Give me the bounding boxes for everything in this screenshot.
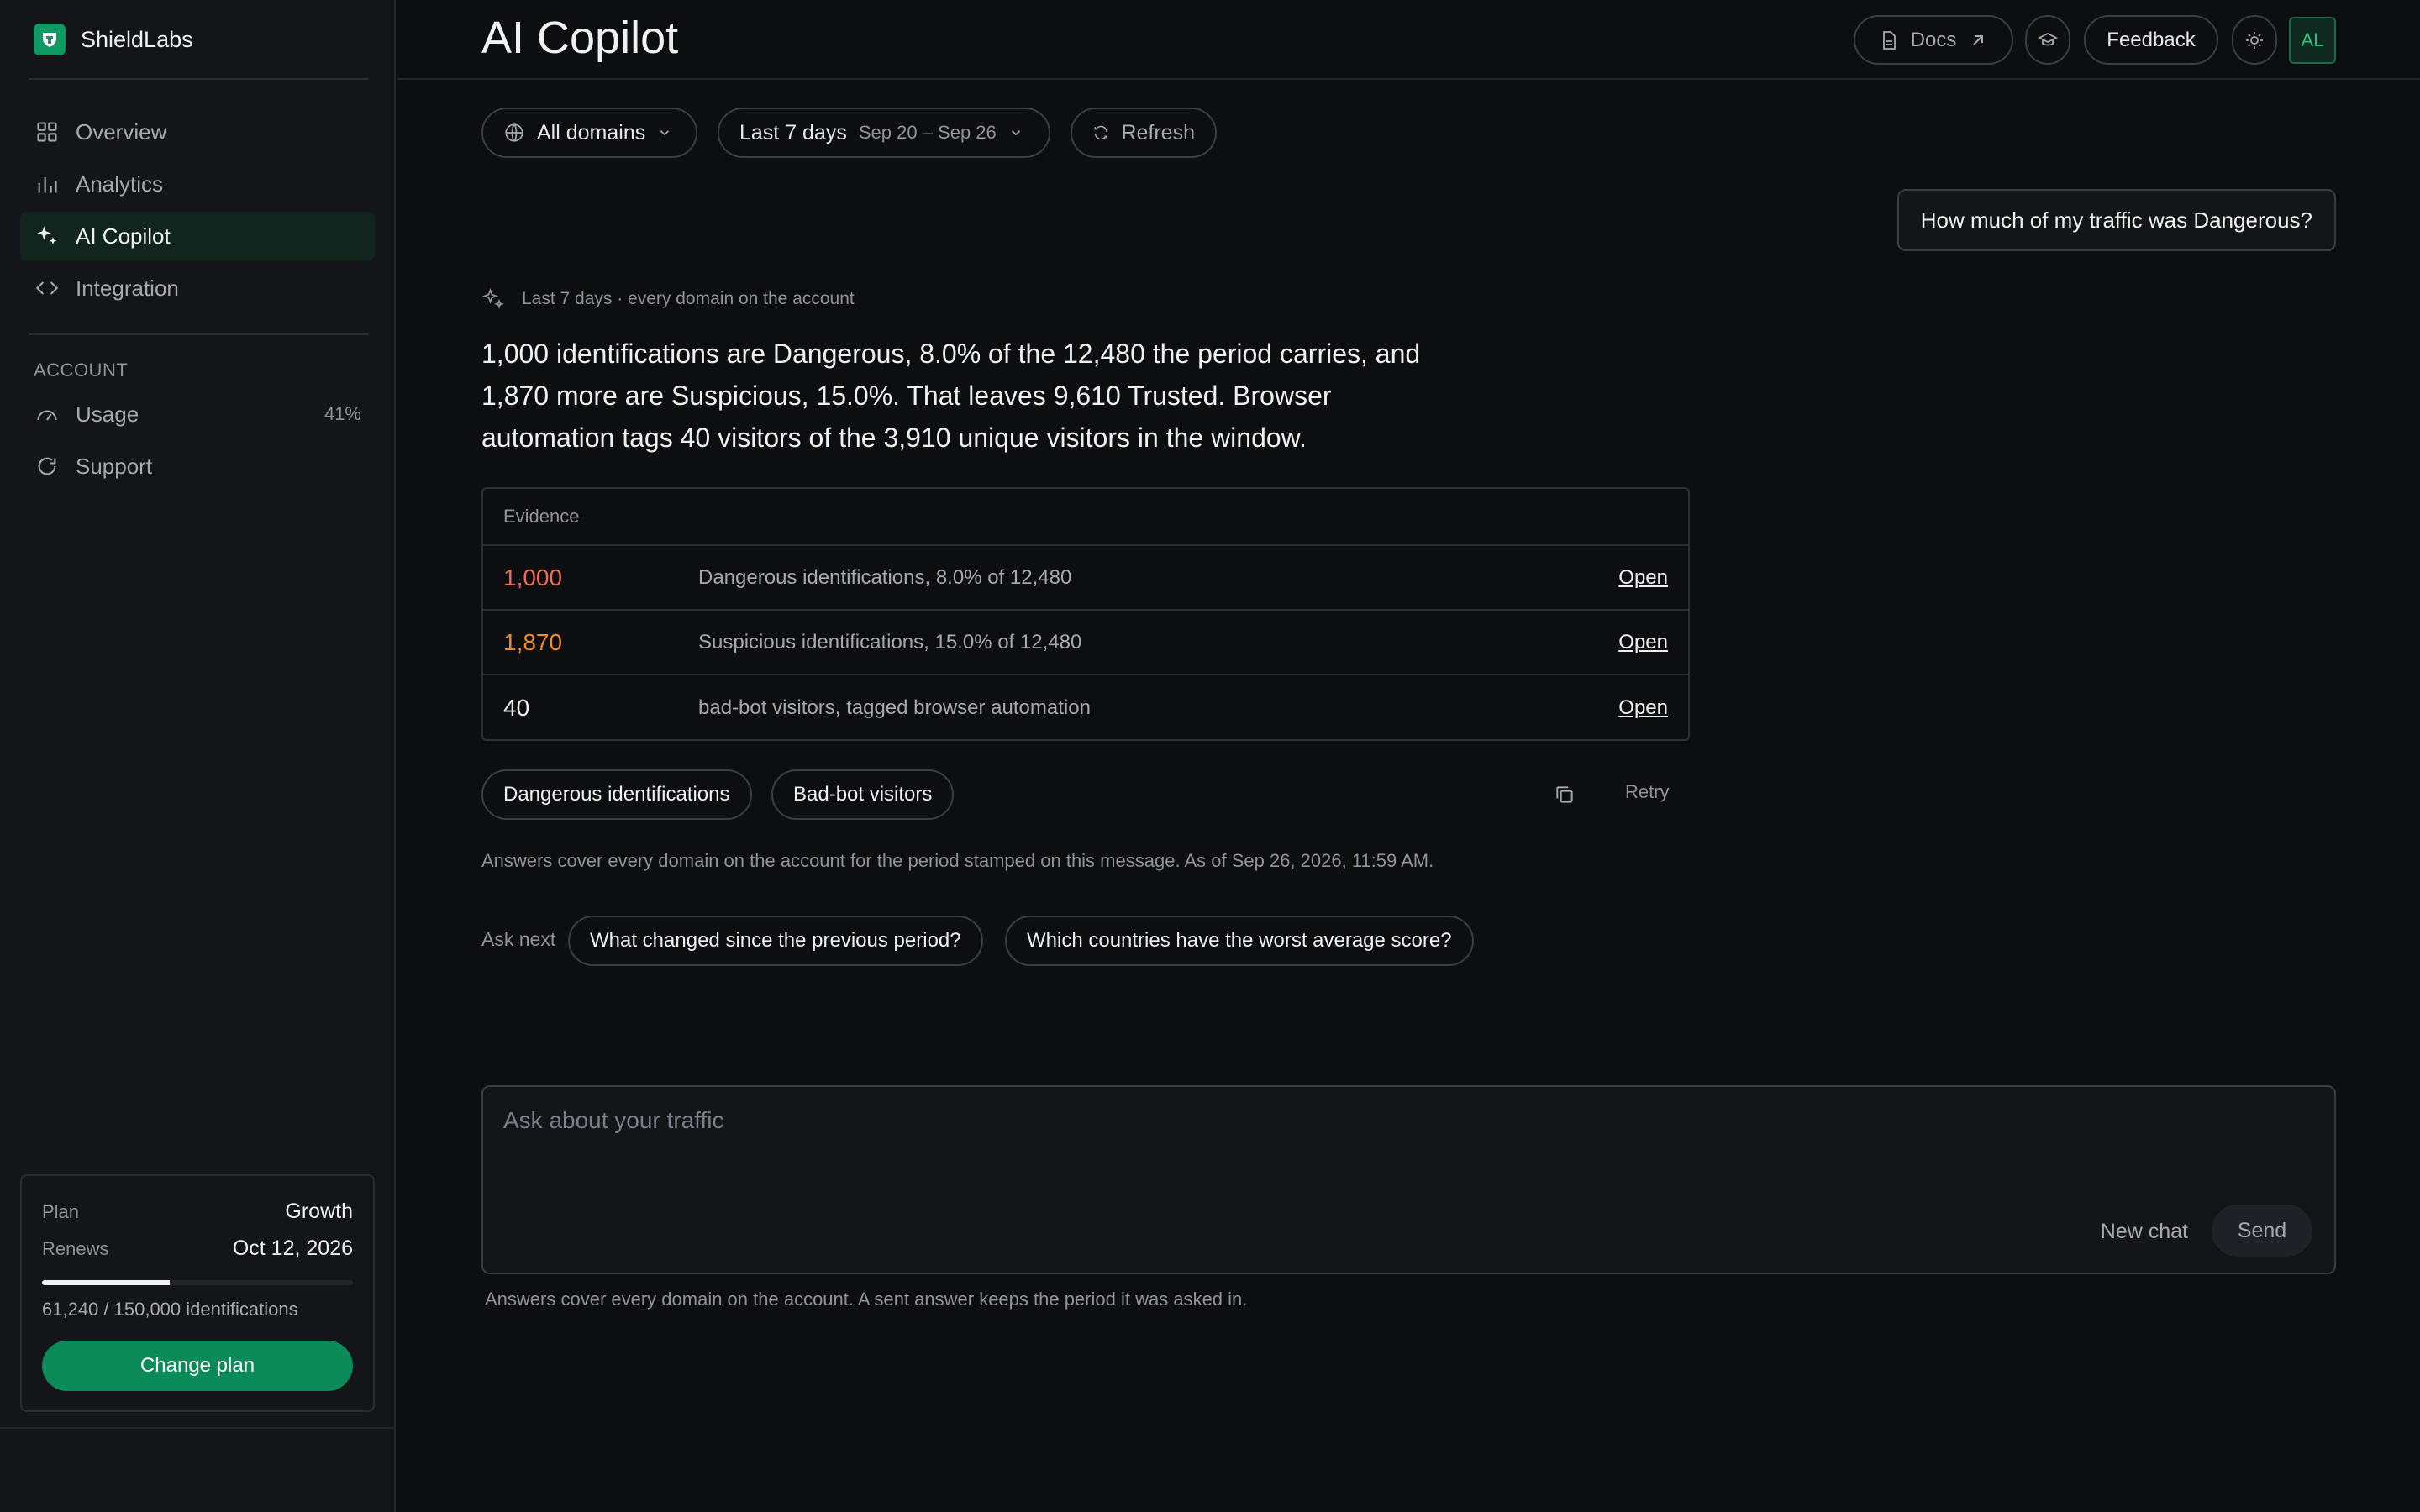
globe-icon	[505, 123, 523, 142]
plan-card: Plan Growth Renews Oct 12, 2026 61,240 /…	[20, 1174, 375, 1412]
chat-input[interactable]	[503, 1107, 2100, 1134]
chevron-down-icon	[660, 130, 670, 136]
page-title: AI Copilot	[481, 13, 679, 63]
refresh-button[interactable]: Refresh	[1071, 108, 1217, 158]
evidence-open-link[interactable]: Open	[1618, 631, 1668, 654]
refresh-label: Refresh	[1121, 120, 1195, 144]
sun-icon	[2246, 31, 2263, 49]
brand[interactable]: ShieldLabs	[34, 24, 193, 55]
brand-name: ShieldLabs	[81, 26, 193, 52]
evidence-value: 1,000	[503, 564, 563, 591]
retry-button[interactable]: Retry	[1625, 781, 1670, 803]
bar-chart-icon	[38, 176, 57, 193]
graduation-cap-icon	[2038, 32, 2058, 45]
evidence-open-link[interactable]: Open	[1618, 566, 1668, 590]
send-button[interactable]: Send	[2212, 1205, 2312, 1257]
ask-next-label: Ask next	[481, 928, 556, 950]
composer-note: Answers cover every domain on the accoun…	[485, 1289, 1248, 1310]
sidebar-item-label: Usage	[76, 401, 139, 427]
answer-footnote: Answers cover every domain on the accoun…	[481, 850, 1434, 871]
sparkle-icon	[481, 287, 505, 309]
docs-label: Docs	[1910, 28, 1957, 51]
table-row: 1,870 Suspicious identifications, 15.0% …	[483, 611, 1688, 675]
plan-key: Plan	[42, 1201, 80, 1222]
sidebar-divider	[29, 78, 369, 80]
copy-icon	[1556, 786, 1573, 803]
grid-icon	[37, 122, 57, 142]
user-message-bubble: How much of my traffic was Dangerous?	[1897, 189, 2336, 251]
chat-composer: New chat Send	[481, 1085, 2336, 1274]
evidence-description: bad-bot visitors, tagged browser automat…	[698, 696, 1091, 719]
evidence-value: 1,870	[503, 628, 563, 655]
evidence-table: Evidence 1,000 Dangerous identifications…	[481, 487, 1690, 741]
usage-text: 61,240 / 150,000 identifications	[42, 1299, 298, 1320]
renews-key: Renews	[42, 1238, 109, 1259]
sidebar-item-label: Support	[76, 453, 153, 479]
theme-toggle-button[interactable]	[2232, 15, 2277, 65]
sidebar-item-label: Overview	[76, 118, 167, 144]
period-filter-dropdown[interactable]: Last 7 days Sep 20 – Sep 26	[718, 108, 1050, 158]
new-chat-button[interactable]: New chat	[2101, 1220, 2188, 1244]
sidebar-item-label: Integration	[76, 275, 179, 301]
code-icon	[35, 281, 59, 295]
feedback-button[interactable]: Feedback	[2084, 15, 2218, 65]
answer-meta-text: Last 7 days · every domain on the accoun…	[522, 289, 855, 308]
copy-button[interactable]	[1549, 780, 1580, 810]
table-row: 1,000 Dangerous identifications, 8.0% of…	[483, 546, 1688, 611]
shield-logo-icon	[34, 24, 66, 55]
sidebar-item-integration[interactable]: Integration	[20, 264, 375, 312]
evidence-value: 40	[503, 694, 530, 721]
renews-value: Oct 12, 2026	[232, 1236, 353, 1260]
sidebar-item-overview[interactable]: Overview	[20, 108, 375, 156]
usage-progress-bar	[42, 1280, 353, 1285]
domain-filter-dropdown[interactable]: All domains	[481, 108, 697, 158]
avatar[interactable]: AL	[2289, 17, 2336, 64]
evidence-open-link[interactable]: Open	[1618, 696, 1668, 720]
chevron-down-icon	[1011, 130, 1020, 136]
plan-row: Plan Growth	[42, 1200, 353, 1224]
plan-value: Growth	[285, 1200, 353, 1223]
section-label-account: ACCOUNT	[34, 360, 129, 381]
renews-row: Renews Oct 12, 2026	[42, 1236, 353, 1261]
sidebar-footer-divider	[0, 1427, 396, 1429]
period-filter-label: Last 7 days	[739, 120, 847, 144]
table-row: 40 bad-bot visitors, tagged browser auto…	[483, 675, 1688, 740]
sidebar-item-ai-copilot[interactable]: AI Copilot	[20, 212, 375, 260]
sparkle-icon	[37, 226, 57, 245]
external-link-icon	[1973, 34, 1984, 45]
sidebar-item-label: Analytics	[76, 171, 164, 197]
sidebar-divider	[29, 333, 369, 335]
usage-percent: 41%	[324, 403, 361, 424]
change-plan-button[interactable]: Change plan	[42, 1341, 353, 1391]
answer-meta: Last 7 days · every domain on the accoun…	[481, 287, 855, 311]
sidebar-item-usage[interactable]: Usage 41%	[20, 390, 375, 438]
answer-text: 1,000 identifications are Dangerous, 8.0…	[481, 339, 1421, 453]
document-icon	[1882, 30, 1896, 50]
sidebar-item-analytics[interactable]: Analytics	[20, 160, 375, 208]
evidence-description: Suspicious identifications, 15.0% of 12,…	[698, 630, 1082, 654]
top-header: AI Copilot Docs Feedback AL	[397, 0, 2420, 80]
gauge-icon	[37, 410, 57, 421]
suggestion-chip[interactable]: What changed since the previous period?	[568, 916, 983, 966]
academy-button[interactable]	[2025, 15, 2070, 65]
docs-button[interactable]: Docs	[1854, 15, 2013, 65]
usage-progress-fill	[42, 1280, 170, 1285]
refresh-icon	[1094, 125, 1107, 140]
sidebar-item-support[interactable]: Support	[20, 442, 375, 491]
suggestion-chip[interactable]: Which countries have the worst average s…	[1005, 916, 1474, 966]
evidence-description: Dangerous identifications, 8.0% of 12,48…	[698, 565, 1072, 589]
chip-dangerous-identifications[interactable]: Dangerous identifications	[481, 769, 752, 820]
chip-bad-bot-visitors[interactable]: Bad-bot visitors	[771, 769, 955, 820]
domain-filter-label: All domains	[537, 120, 646, 144]
chat-icon	[38, 457, 56, 475]
period-range: Sep 20 – Sep 26	[858, 122, 997, 143]
sidebar: ShieldLabs Overview Analytics AI Copilot…	[0, 0, 396, 1512]
evidence-header: Evidence	[483, 489, 1688, 546]
sidebar-item-label: AI Copilot	[76, 223, 171, 249]
